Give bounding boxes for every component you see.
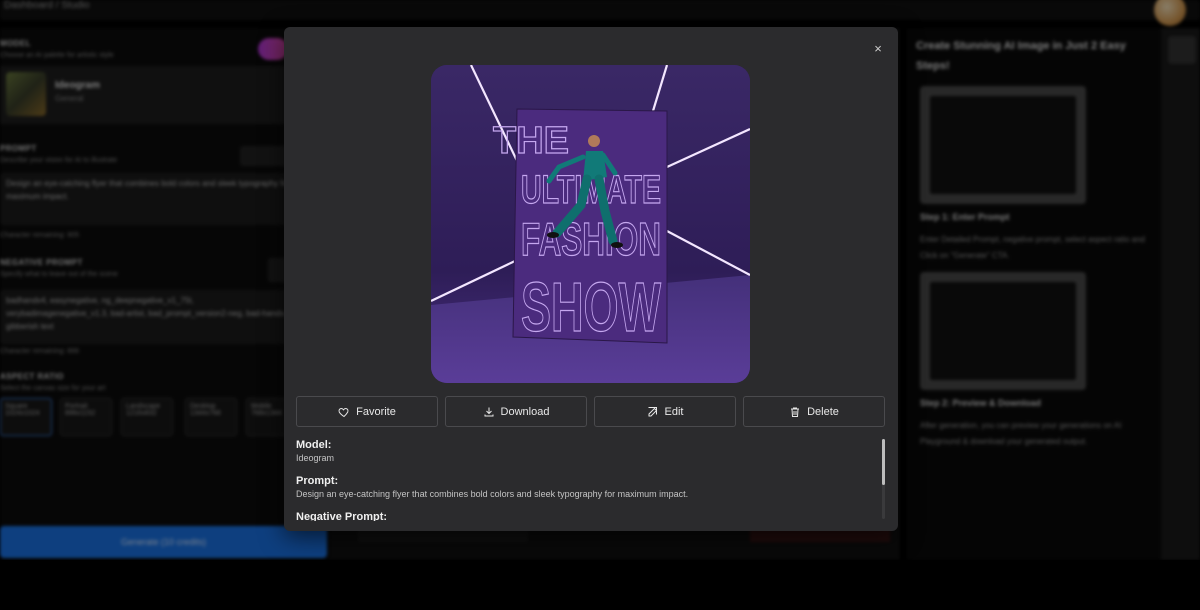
trash-icon [791,407,800,417]
close-icon[interactable]: × [868,39,888,59]
details-scrollbar-thumb[interactable] [882,439,885,485]
model-value: Ideogram [296,453,335,463]
poster-line-3: FASHION [521,213,661,265]
page-bottom [0,560,1200,610]
negative-prompt-label: Negative Prompt: [296,511,388,521]
generated-image[interactable]: THE ULTIMATE FASHION SHOW [431,65,750,383]
prompt-label: Prompt: [296,475,339,487]
heart-icon [338,407,349,417]
poster-line-1: THE [493,120,569,162]
edit-icon [647,406,657,417]
delete-label: Delete [807,405,839,418]
edit-button[interactable]: Edit [594,396,736,427]
prompt-value: Design an eye-catching flyer that combin… [296,489,689,499]
favorite-button[interactable]: Favorite [296,396,438,427]
poster-line-4: SHOW [521,268,661,346]
favorite-label: Favorite [356,405,396,418]
download-button[interactable]: Download [445,396,587,427]
app-root: Dashboard / Studio MODEL Choose an AI pa… [0,0,1200,610]
download-icon [484,407,494,416]
download-label: Download [500,405,550,418]
model-label: Model: [296,439,332,451]
delete-button[interactable]: Delete [743,396,885,427]
image-details: Model: Ideogram Prompt: Design an eye-ca… [296,439,870,521]
action-bar: Favorite Download Edit Delete [296,396,886,427]
image-preview-modal: × THE ULTIMATE FASHION SHOW Favorite Dow… [284,27,898,531]
poster-artwork: THE ULTIMATE FASHION SHOW [431,65,750,383]
edit-label: Edit [664,405,684,418]
